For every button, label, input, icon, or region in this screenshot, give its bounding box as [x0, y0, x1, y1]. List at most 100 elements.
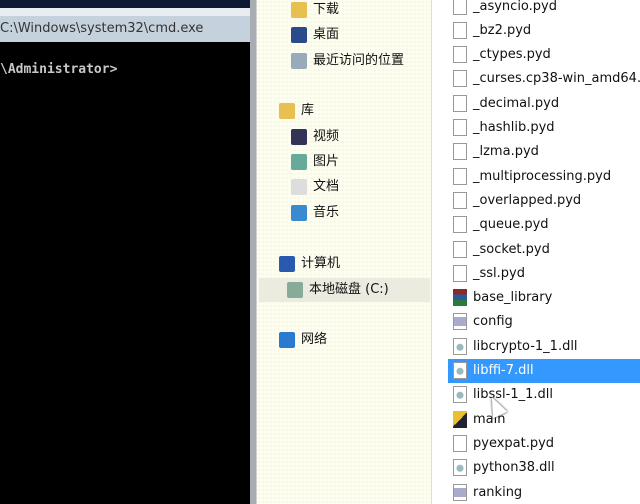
music-icon: [291, 205, 307, 221]
file-file-icon: [453, 240, 467, 258]
dll-file-icon: [453, 337, 467, 355]
file-item[interactable]: _curses.cp38-win_amd64.pyd: [448, 67, 640, 91]
navigation-pane: 下载桌面最近访问的位置库视频图片文档音乐计算机本地磁盘 (C:) 网络: [257, 0, 432, 504]
file-name: base_library: [473, 290, 553, 306]
nav-item[interactable]: 桌面: [291, 23, 339, 47]
recent-places-icon: [291, 53, 307, 69]
file-name: _bz2.pyd: [473, 22, 532, 38]
nav-item-label: 音乐: [313, 205, 340, 220]
file-item[interactable]: libcrypto-1_1.dll: [448, 334, 640, 358]
nav-item[interactable]: 最近访问的位置: [291, 49, 404, 73]
nav-item[interactable]: 计算机: [279, 252, 340, 276]
file-name: _curses.cp38-win_amd64.pyd: [473, 71, 640, 87]
file-file-icon: [453, 191, 467, 209]
file-item[interactable]: _lzma.pyd: [448, 140, 640, 164]
file-name: libcrypto-1_1.dll: [473, 338, 578, 354]
file-item[interactable]: ranking: [448, 480, 640, 504]
desktop-icon: [291, 27, 307, 43]
network-icon: [279, 332, 295, 348]
file-file-icon: [453, 216, 467, 234]
file-file-icon: [453, 119, 467, 136]
nav-item[interactable]: 文档: [291, 175, 339, 199]
file-name: _hashlib.pyd: [473, 120, 555, 135]
file-item[interactable]: libssl-1_1.dll: [448, 383, 640, 407]
nav-item-label: 下载: [313, 2, 340, 17]
file-item[interactable]: python38.dll: [448, 456, 640, 480]
nav-item[interactable]: 下载: [291, 0, 339, 22]
nav-item[interactable]: 图片: [291, 150, 339, 174]
cfg-file-icon: [453, 313, 467, 331]
nav-item[interactable]: 库: [279, 99, 314, 123]
file-item[interactable]: config: [448, 310, 640, 334]
file-item[interactable]: _multiprocessing.pyd: [448, 164, 640, 188]
taskbar-band: [0, 0, 250, 8]
file-item[interactable]: _asyncio.pyd: [448, 0, 640, 18]
file-list: _asyncio.pyd _bz2.pyd _ctypes.pyd _curses.c…: [433, 0, 640, 504]
file-name: _ctypes.pyd: [473, 47, 551, 63]
file-item[interactable]: _queue.pyd: [448, 213, 640, 237]
nav-item-label: 桌面: [313, 27, 340, 42]
nav-item[interactable]: 音乐: [291, 201, 339, 225]
nav-item-label: 最近访问的位置: [313, 53, 405, 68]
cfg-file-icon: [453, 483, 467, 501]
nav-item-label: 图片: [313, 154, 340, 169]
cmd-title-bar[interactable]: C:\Windows\system32\cmd.exe: [0, 16, 250, 42]
file-name: python38.dll: [473, 460, 555, 476]
downloads-folder-icon: [291, 2, 307, 18]
videos-icon: [291, 129, 307, 145]
file-name: pyexpat.pyd: [473, 435, 555, 451]
file-file-icon: [453, 94, 467, 112]
file-file-icon: [453, 0, 467, 15]
nav-item-label: 网络: [301, 332, 328, 347]
cmd-window[interactable]: C:\Windows\system32\cmd.exe \Administrat…: [0, 0, 250, 504]
file-item[interactable]: _decimal.pyd: [448, 91, 640, 115]
file-name: ranking: [473, 484, 523, 500]
explorer-window-border: [250, 0, 257, 504]
file-item[interactable]: _ctypes.pyd: [448, 43, 640, 67]
exe-file-icon: [453, 410, 467, 428]
computer-icon: [279, 256, 295, 272]
dll-file-icon: [453, 362, 467, 379]
file-item[interactable]: _hashlib.pyd: [448, 116, 640, 140]
file-item[interactable]: _bz2.pyd: [448, 18, 640, 42]
nav-item-label: 文档: [313, 179, 340, 194]
file-item[interactable]: base_library: [448, 286, 640, 310]
cmd-prompt[interactable]: \Administrator>: [0, 62, 117, 77]
file-item[interactable]: pyexpat.pyd: [448, 431, 640, 455]
file-name: _socket.pyd: [473, 241, 550, 257]
file-name: _asyncio.pyd: [473, 0, 557, 14]
file-name: libffi-7.dll: [473, 363, 534, 378]
dll-file-icon: [453, 386, 467, 404]
file-name: _queue.pyd: [473, 217, 549, 233]
local-disk-icon: [287, 282, 303, 298]
file-name: _ssl.pyd: [473, 265, 525, 281]
file-name: _decimal.pyd: [473, 95, 560, 111]
file-item[interactable]: libffi-7.dll: [448, 358, 640, 383]
file-item[interactable]: _socket.pyd: [448, 237, 640, 261]
libraries-icon: [279, 103, 295, 119]
pictures-icon: [291, 154, 307, 170]
file-file-icon: [453, 21, 467, 39]
file-name: _overlapped.pyd: [473, 192, 582, 208]
file-item[interactable]: _ssl.pyd: [448, 261, 640, 285]
documents-icon: [291, 179, 307, 195]
file-name: _multiprocessing.pyd: [473, 168, 612, 184]
file-name: _lzma.pyd: [473, 144, 539, 160]
nav-item-label: 库: [301, 103, 315, 118]
nav-item[interactable]: 本地磁盘 (C:): [259, 278, 430, 302]
file-file-icon: [453, 434, 467, 452]
file-item[interactable]: main: [448, 407, 640, 431]
file-file-icon: [453, 70, 467, 88]
dll-file-icon: [453, 459, 467, 477]
file-file-icon: [453, 167, 467, 185]
file-item[interactable]: _overlapped.pyd: [448, 188, 640, 212]
nav-item-label: 本地磁盘 (C:): [309, 282, 389, 297]
nav-item-label: 视频: [313, 129, 340, 144]
file-file-icon: [453, 46, 467, 64]
nav-item[interactable]: 网络: [279, 328, 327, 352]
nav-item[interactable]: 视频: [291, 125, 339, 149]
file-file-icon: [453, 143, 467, 161]
nav-item-label: 计算机: [301, 256, 341, 271]
file-file-icon: [453, 264, 467, 282]
rar-file-icon: [453, 289, 467, 307]
